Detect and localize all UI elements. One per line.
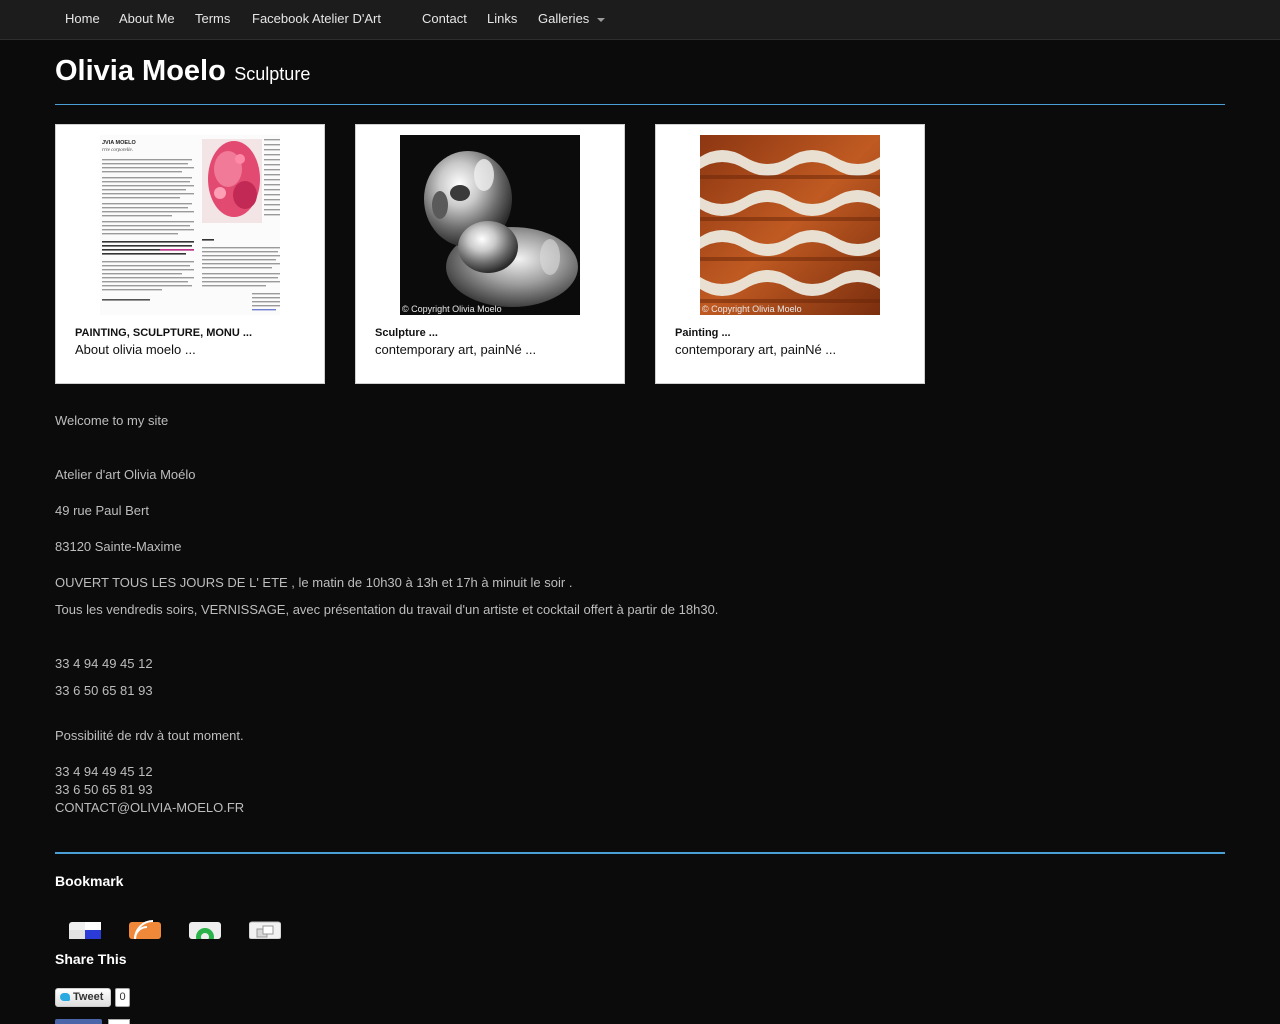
vernissage-text: Tous les vendredis soirs, VERNISSAGE, av… — [55, 602, 719, 617]
nav-contact[interactable]: Contact — [422, 11, 467, 26]
card-title[interactable]: PAINTING, SCULPTURE, MONU ... — [75, 327, 252, 339]
card-description: About olivia moelo ... — [75, 342, 196, 357]
phone-number: 33 4 94 49 45 12 — [55, 656, 153, 671]
rss-icon[interactable] — [129, 920, 161, 939]
gallery-card-about[interactable]: JVIA MOELO rrre corporelle. PAINTING, SC… — [55, 124, 325, 384]
chevron-down-icon — [597, 17, 606, 22]
card-title[interactable]: Painting ... — [675, 327, 731, 339]
nav-facebook-atelier[interactable]: Facebook Atelier D'Art — [252, 11, 381, 26]
card-title[interactable]: Sculpture ... — [375, 327, 438, 339]
card-thumbnail-sculpture[interactable]: © Copyright Olivia Moelo — [400, 135, 580, 315]
mobile-number: 33 6 50 65 81 93 — [55, 683, 153, 698]
welcome-text: Welcome to my site — [55, 413, 169, 428]
mobile-number: 33 6 50 65 81 93 — [55, 782, 153, 797]
bookmark-icon[interactable] — [249, 920, 281, 939]
nav-galleries[interactable]: Galleries — [538, 11, 606, 26]
delicious-icon[interactable] — [69, 920, 101, 939]
nav-galleries-label: Galleries — [538, 11, 590, 26]
header-divider — [55, 104, 1225, 105]
twitter-bird-icon — [60, 993, 70, 1001]
nav-home[interactable]: Home — [65, 11, 100, 26]
opening-hours: OUVERT TOUS LES JOURS DE L' ETE , le mat… — [55, 575, 573, 590]
site-title: Olivia Moelo Sculpture — [55, 55, 310, 88]
tweet-label: Tweet — [73, 991, 104, 1003]
card-thumbnail-painting[interactable]: © Copyright Olivia Moelo — [700, 135, 880, 315]
card-copyright: © Copyright Olivia Moelo — [702, 304, 802, 314]
facebook-like-count — [108, 1019, 130, 1024]
gallery-card-painting[interactable]: © Copyright Olivia Moelo Painting ... co… — [655, 124, 925, 384]
page-title: Olivia Moelo — [55, 55, 226, 87]
tweet-count: 0 — [115, 988, 130, 1007]
card-description: contemporary art, painNé ... — [375, 342, 537, 357]
atelier-name: Atelier d'art Olivia Moélo — [55, 467, 196, 482]
tweet-button[interactable]: Tweet — [55, 988, 111, 1007]
footer-divider — [55, 852, 1225, 854]
facebook-like-button[interactable] — [55, 1019, 102, 1024]
nav-terms[interactable]: Terms — [195, 11, 230, 26]
bookmark-heading: Bookmark — [55, 873, 124, 889]
address-street: 49 rue Paul Bert — [55, 503, 149, 518]
card-thumbnail-document[interactable]: JVIA MOELO rrre corporelle. — [100, 135, 280, 315]
card-description: contemporary art, painNé ... — [675, 342, 837, 357]
address-city: 83120 Sainte-Maxime — [55, 539, 182, 554]
contact-email[interactable]: CONTACT@OLIVIA-MOELO.FR — [55, 800, 244, 815]
stumbleupon-icon[interactable] — [189, 920, 221, 939]
share-heading: Share This — [55, 951, 127, 967]
nav-about-me[interactable]: About Me — [119, 11, 175, 26]
phone-number: 33 4 94 49 45 12 — [55, 764, 153, 779]
svg-text:JVIA MOELO: JVIA MOELO — [102, 140, 136, 146]
top-nav-bar: Home About Me Terms Facebook Atelier D'A… — [0, 0, 1280, 40]
page-subtitle: Sculpture — [234, 64, 311, 84]
gallery-card-sculpture[interactable]: © Copyright Olivia Moelo Sculpture ... c… — [355, 124, 625, 384]
nav-links[interactable]: Links — [487, 11, 517, 26]
card-copyright: © Copyright Olivia Moelo — [402, 304, 502, 314]
rdv-text: Possibilité de rdv à tout moment. — [55, 728, 244, 743]
svg-text:rrre corporelle.: rrre corporelle. — [102, 148, 133, 153]
